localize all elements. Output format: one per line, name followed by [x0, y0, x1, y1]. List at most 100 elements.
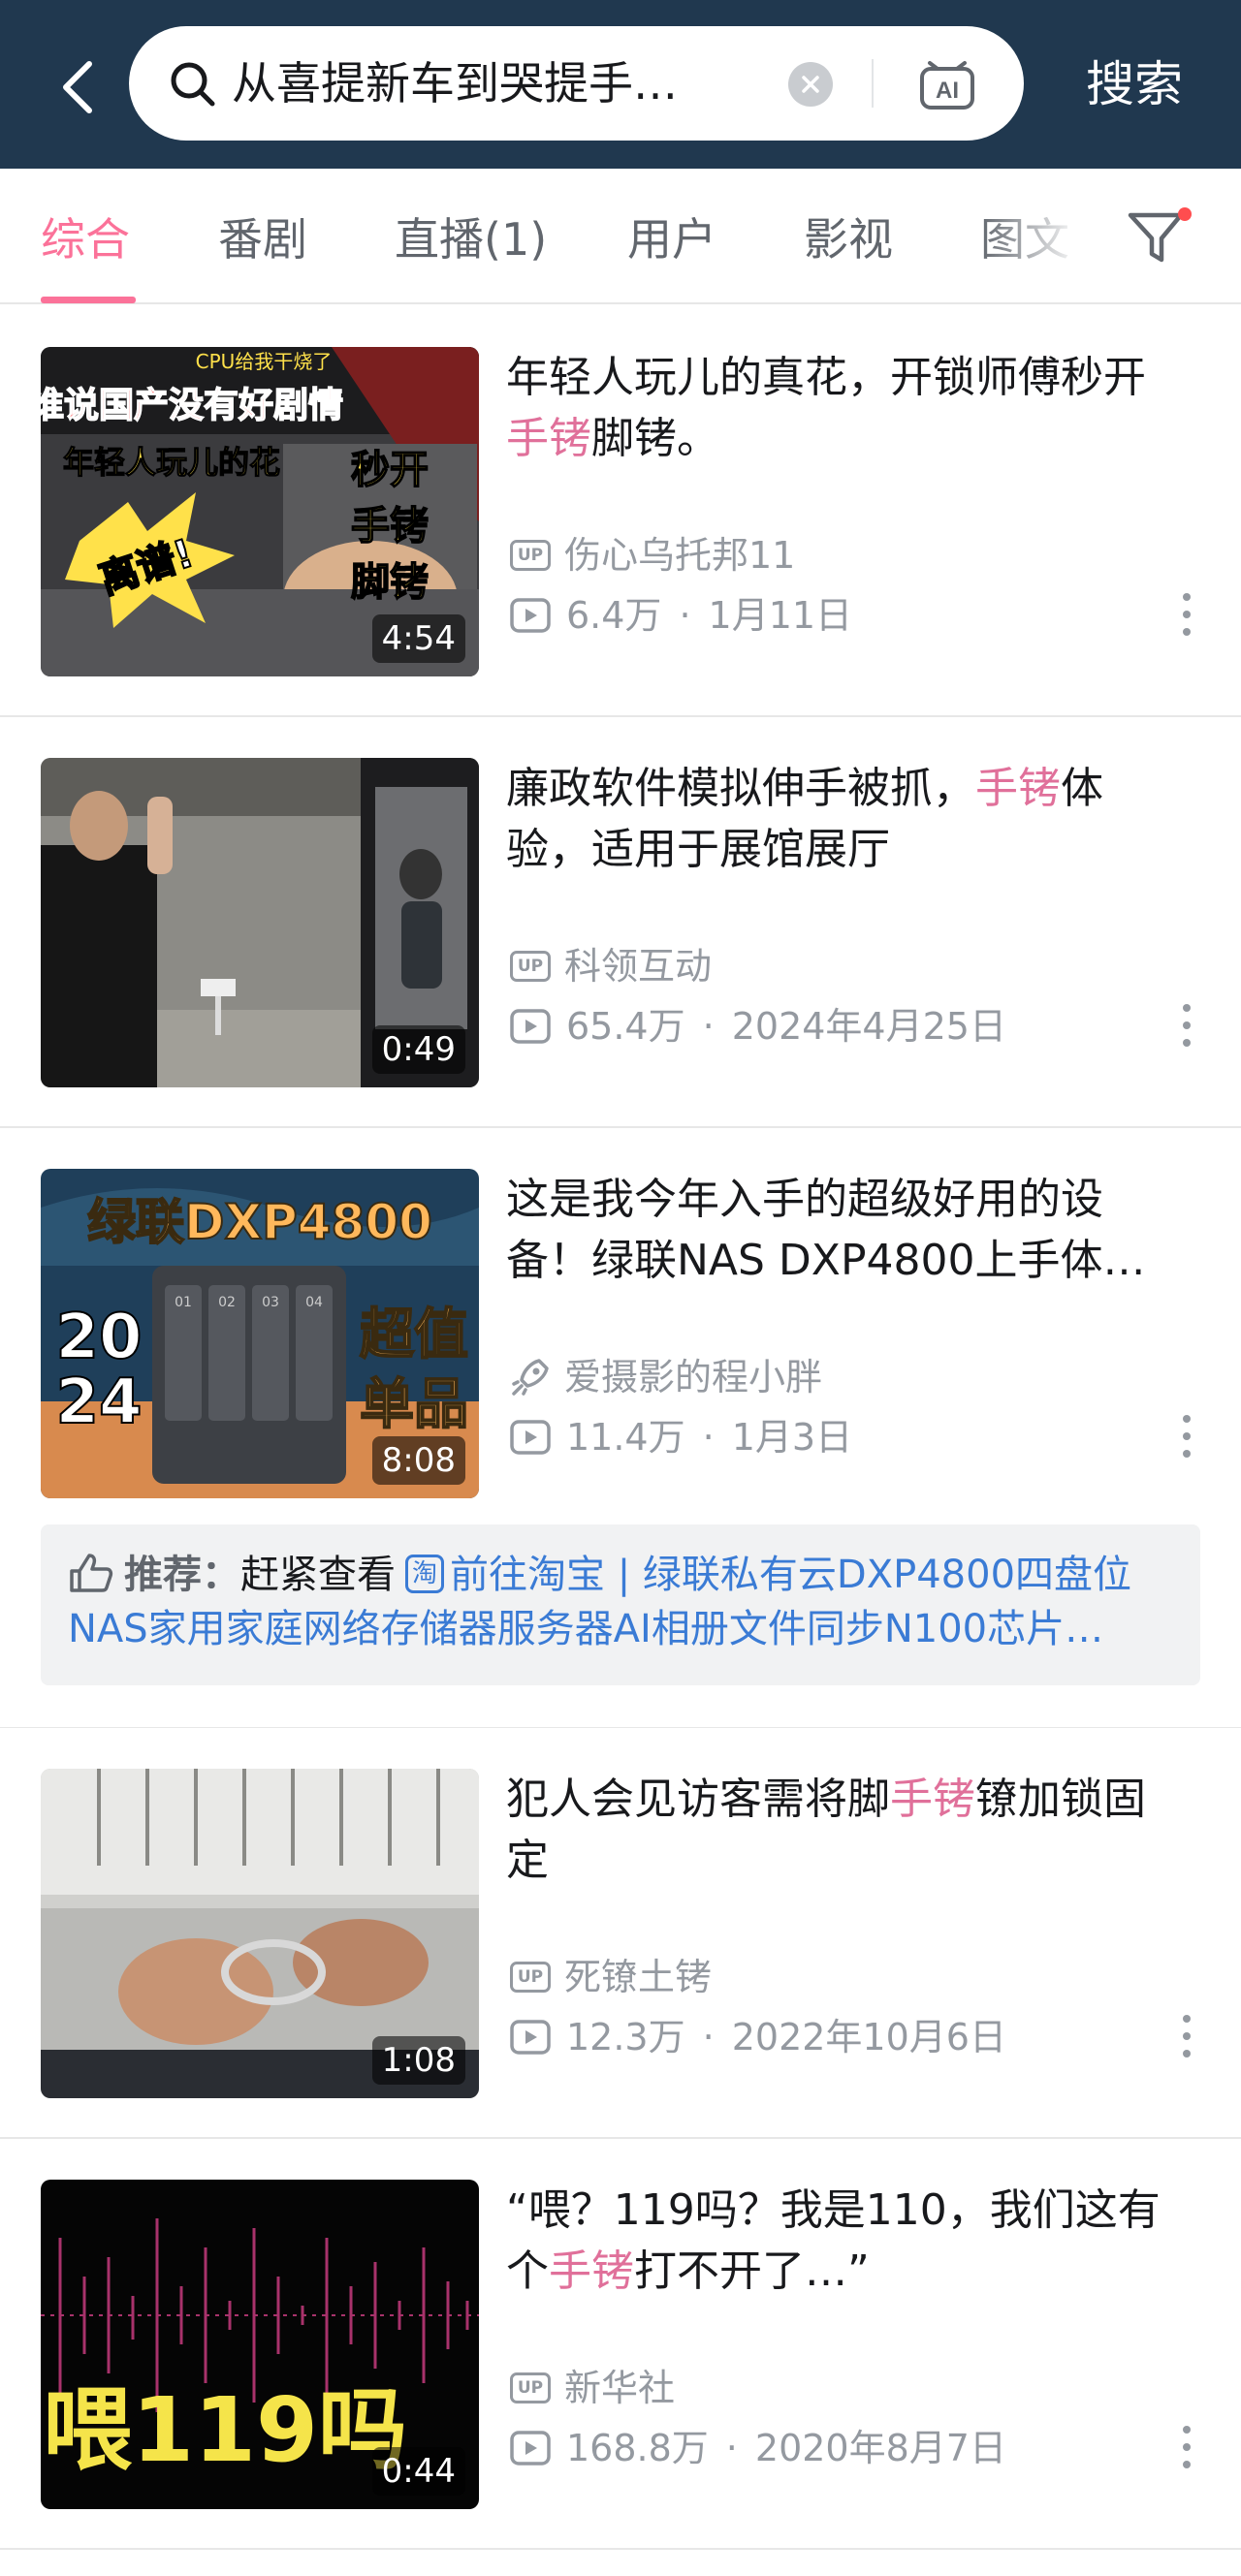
title-keyword-highlight: 手铐: [975, 764, 1061, 813]
video-title[interactable]: 廉政软件模拟伸手被抓，手铐体验，适用于展馆展厅: [506, 758, 1175, 884]
search-button[interactable]: 搜索: [1066, 39, 1202, 130]
video-duration: 4:54: [371, 614, 465, 663]
ai-search-button[interactable]: AI: [916, 53, 978, 113]
search-divider: [872, 59, 874, 108]
video-thumbnail[interactable]: 1:08: [41, 1769, 479, 2098]
play-count-icon: [510, 1419, 551, 1455]
recommendation-prefix: 赶紧查看: [240, 1553, 396, 1597]
video-stats: 168.8万 · 2020年8月7日: [510, 2423, 1006, 2473]
back-button[interactable]: [48, 48, 107, 126]
uploader-name: 新华社: [564, 2367, 676, 2409]
publish-date: 1月3日: [731, 1416, 853, 1459]
up-badge-icon: UP: [510, 1961, 551, 1993]
video-stats: 65.4万 · 2024年4月25日: [510, 1001, 1006, 1052]
publish-date: 1月11日: [708, 594, 853, 637]
more-options-icon[interactable]: [1169, 583, 1204, 645]
more-options-icon[interactable]: [1169, 1405, 1204, 1467]
publish-date: 2022年10月6日: [731, 2016, 1006, 2058]
more-options-icon[interactable]: [1169, 994, 1204, 1056]
uploader-info[interactable]: UP 伤心乌托邦11: [510, 531, 795, 580]
tab-bangumi[interactable]: 番剧: [218, 205, 307, 273]
tab-comprehensive[interactable]: 综合: [41, 205, 130, 273]
view-count: 168.8万: [566, 2427, 709, 2469]
tab-users[interactable]: 用户: [627, 205, 716, 273]
active-tab-indicator: [41, 297, 136, 303]
tab-film-tv[interactable]: 影视: [804, 205, 893, 273]
thumbnail-caption: 脚铐: [351, 560, 429, 605]
title-text: 年轻人玩儿的真花，开锁师傅秒开: [506, 353, 1146, 402]
search-icon: [171, 62, 215, 107]
play-count-icon: [510, 2019, 551, 2055]
search-input[interactable]: 从喜提新车到哭提手…: [232, 51, 852, 115]
filter-notification-dot: [1178, 207, 1192, 221]
uploader-name: 科领互动: [564, 945, 713, 988]
video-title[interactable]: “喂？119吗？我是110，我们这有个手铐打不开了…”: [506, 2180, 1175, 2306]
separator: ·: [702, 1416, 715, 1459]
play-count-icon: [510, 2430, 551, 2466]
clear-search-button[interactable]: [788, 62, 833, 107]
video-stats: 12.3万 · 2022年10月6日: [510, 2012, 1006, 2062]
chevron-left-icon: [63, 61, 92, 113]
tab-live[interactable]: 直播(1): [395, 205, 547, 273]
video-thumbnail[interactable]: CPU给我干烧了 谁说国产没有好剧情 年轻人玩儿的花 秒开 手铐 脚铐 离谱! …: [41, 347, 479, 676]
uploader-info[interactable]: UP 新华社: [510, 2364, 675, 2412]
product-recommendation[interactable]: 推荐：赶紧查看淘前往淘宝 | 绿联私有云DXP4800四盘位NAS家用家庭网络存…: [41, 1524, 1200, 1685]
thumbnail-caption: CPU给我干烧了: [196, 350, 333, 373]
thumbnail-caption: 单品: [360, 1373, 468, 1436]
video-title[interactable]: 年轻人玩儿的真花，开锁师傅秒开手铐脚铐。: [506, 347, 1175, 473]
view-count: 11.4万: [566, 1416, 685, 1459]
result-tabs: 综合 番剧 直播(1) 用户 影视 图文: [0, 169, 1241, 304]
thumbnail-caption: 手铐: [351, 504, 429, 549]
uploader-info[interactable]: UP 科领互动: [510, 942, 712, 990]
video-duration: 1:08: [371, 2036, 465, 2085]
title-text: 这是我今年入手的超级好用的设备！绿联NAS DXP4800上手体…: [506, 1175, 1146, 1285]
video-result[interactable]: 1:08 犯人会见访客需将脚手铐镣加锁固定 UP 死镣土铐 12.3万 · 2022年…: [0, 1728, 1241, 2139]
search-header: 从喜提新车到哭提手… AI 搜索: [0, 0, 1241, 169]
title-text: 打不开了…”: [634, 2246, 870, 2296]
separator: ·: [702, 1005, 715, 1048]
up-badge-icon: UP: [510, 950, 551, 982]
uploader-info[interactable]: UP 死镣土铐: [510, 1953, 712, 2001]
thumbnail-caption: 秒开: [351, 448, 429, 492]
thumbnail-caption: 谁说国产没有好剧情: [41, 386, 343, 425]
thumbs-up-icon: [70, 1554, 113, 1592]
recommendation-label: 推荐：: [124, 1553, 240, 1597]
video-thumbnail[interactable]: 喂119吗 0:44: [41, 2180, 479, 2509]
video-title[interactable]: 这是我今年入手的超级好用的设备！绿联NAS DXP4800上手体…: [506, 1169, 1175, 1295]
separator: ·: [702, 2016, 715, 2058]
view-count: 65.4万: [566, 1005, 685, 1048]
title-text: 犯人会见访客需将脚: [506, 1775, 890, 1824]
thumbnail-caption: 20: [55, 1302, 142, 1373]
video-stats: 11.4万 · 1月3日: [510, 1412, 852, 1462]
uploader-name: 爱摄影的程小胖: [564, 1356, 823, 1398]
search-bar[interactable]: 从喜提新车到哭提手… AI: [129, 26, 1024, 141]
rocket-badge-icon: [512, 1358, 549, 1396]
more-options-icon[interactable]: [1169, 2416, 1204, 2478]
thumbnail-caption: 喂119吗: [43, 2378, 407, 2482]
separator: ·: [679, 594, 691, 637]
video-title[interactable]: 犯人会见访客需将脚手铐镣加锁固定: [506, 1769, 1175, 1895]
up-badge-icon: UP: [510, 2372, 551, 2403]
video-result[interactable]: CPU给我干烧了 谁说国产没有好剧情 年轻人玩儿的花 秒开 手铐 脚铐 离谱! …: [0, 306, 1241, 717]
thumbnail-caption: 01: [175, 1295, 192, 1310]
publish-date: 2020年8月7日: [754, 2427, 1006, 2469]
title-text: 廉政软件模拟伸手被抓，: [506, 764, 975, 813]
taobao-icon: 淘: [405, 1555, 444, 1593]
title-keyword-highlight: 手铐: [890, 1775, 975, 1824]
view-count: 12.3万: [566, 2016, 685, 2058]
video-duration: 0:44: [371, 2447, 465, 2496]
video-thumbnail[interactable]: 0:49: [41, 758, 479, 1087]
uploader-info[interactable]: 爱摄影的程小胖: [510, 1353, 822, 1401]
more-options-icon[interactable]: [1169, 2005, 1204, 2067]
title-keyword-highlight: 手铐: [549, 2246, 634, 2296]
video-thumbnail[interactable]: 绿联DXP4800 20 24 01 02 03 04 超值 单品 8:08: [41, 1169, 479, 1498]
thumbnail-caption: 年轻人玩儿的花: [63, 444, 280, 481]
thumbnail-caption: 04: [305, 1295, 323, 1310]
play-count-icon: [510, 597, 551, 633]
uploader-name: 死镣土铐: [564, 1956, 713, 1998]
title-text: 脚铐。: [591, 414, 719, 463]
video-stats: 6.4万 · 1月11日: [510, 590, 852, 641]
video-result[interactable]: 0:49 廉政软件模拟伸手被抓，手铐体验，适用于展馆展厅 UP 科领互动 65.4…: [0, 717, 1241, 1128]
thumbnail-caption: 02: [218, 1295, 236, 1310]
video-result[interactable]: 喂119吗 0:44 “喂？119吗？我是110，我们这有个手铐打不开了…” U…: [0, 2139, 1241, 2550]
